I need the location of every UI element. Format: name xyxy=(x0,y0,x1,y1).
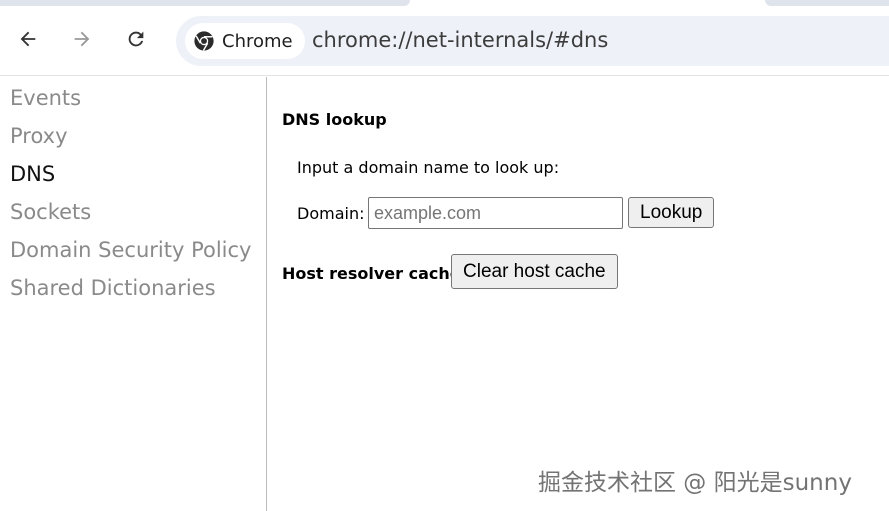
reload-icon xyxy=(128,31,144,47)
chrome-logo-icon xyxy=(193,30,215,52)
sidebar-item-shared-dictionaries[interactable]: Shared Dictionaries xyxy=(0,269,266,307)
sidebar-item-events[interactable]: Events xyxy=(0,79,266,117)
browser-toolbar: Chrome chrome://net-internals/#dns xyxy=(0,6,889,76)
watermark: 掘金技术社区 @ 阳光是sunny xyxy=(538,470,852,496)
address-bar[interactable]: Chrome chrome://net-internals/#dns xyxy=(176,16,889,66)
site-chip[interactable]: Chrome xyxy=(185,23,305,59)
back-button[interactable] xyxy=(13,24,43,54)
sidebar-item-sockets[interactable]: Sockets xyxy=(0,193,266,231)
sidebar-item-dns[interactable]: DNS xyxy=(0,155,266,193)
lookup-button[interactable]: Lookup xyxy=(628,197,715,228)
sidebar-item-domain-security-policy[interactable]: Domain Security Policy xyxy=(0,231,266,269)
sidebar-item-proxy[interactable]: Proxy xyxy=(0,117,266,155)
url-text[interactable]: chrome://net-internals/#dns xyxy=(312,28,608,52)
domain-input[interactable] xyxy=(368,197,623,229)
dns-panel: DNS lookup Input a domain name to look u… xyxy=(268,77,889,511)
dns-lookup-title: DNS lookup xyxy=(282,110,387,129)
domain-label: Domain: xyxy=(297,204,365,223)
arrow-right-icon xyxy=(74,31,90,47)
lookup-instructions: Input a domain name to look up: xyxy=(297,158,560,177)
clear-host-cache-button[interactable]: Clear host cache xyxy=(451,254,618,289)
reload-button[interactable] xyxy=(121,24,151,54)
arrow-left-icon xyxy=(20,31,36,47)
host-resolver-cache-title: Host resolver cache xyxy=(282,264,461,283)
forward-button[interactable] xyxy=(67,24,97,54)
site-chip-label: Chrome xyxy=(222,30,293,52)
sidebar: Events Proxy DNS Sockets Domain Security… xyxy=(0,77,267,511)
